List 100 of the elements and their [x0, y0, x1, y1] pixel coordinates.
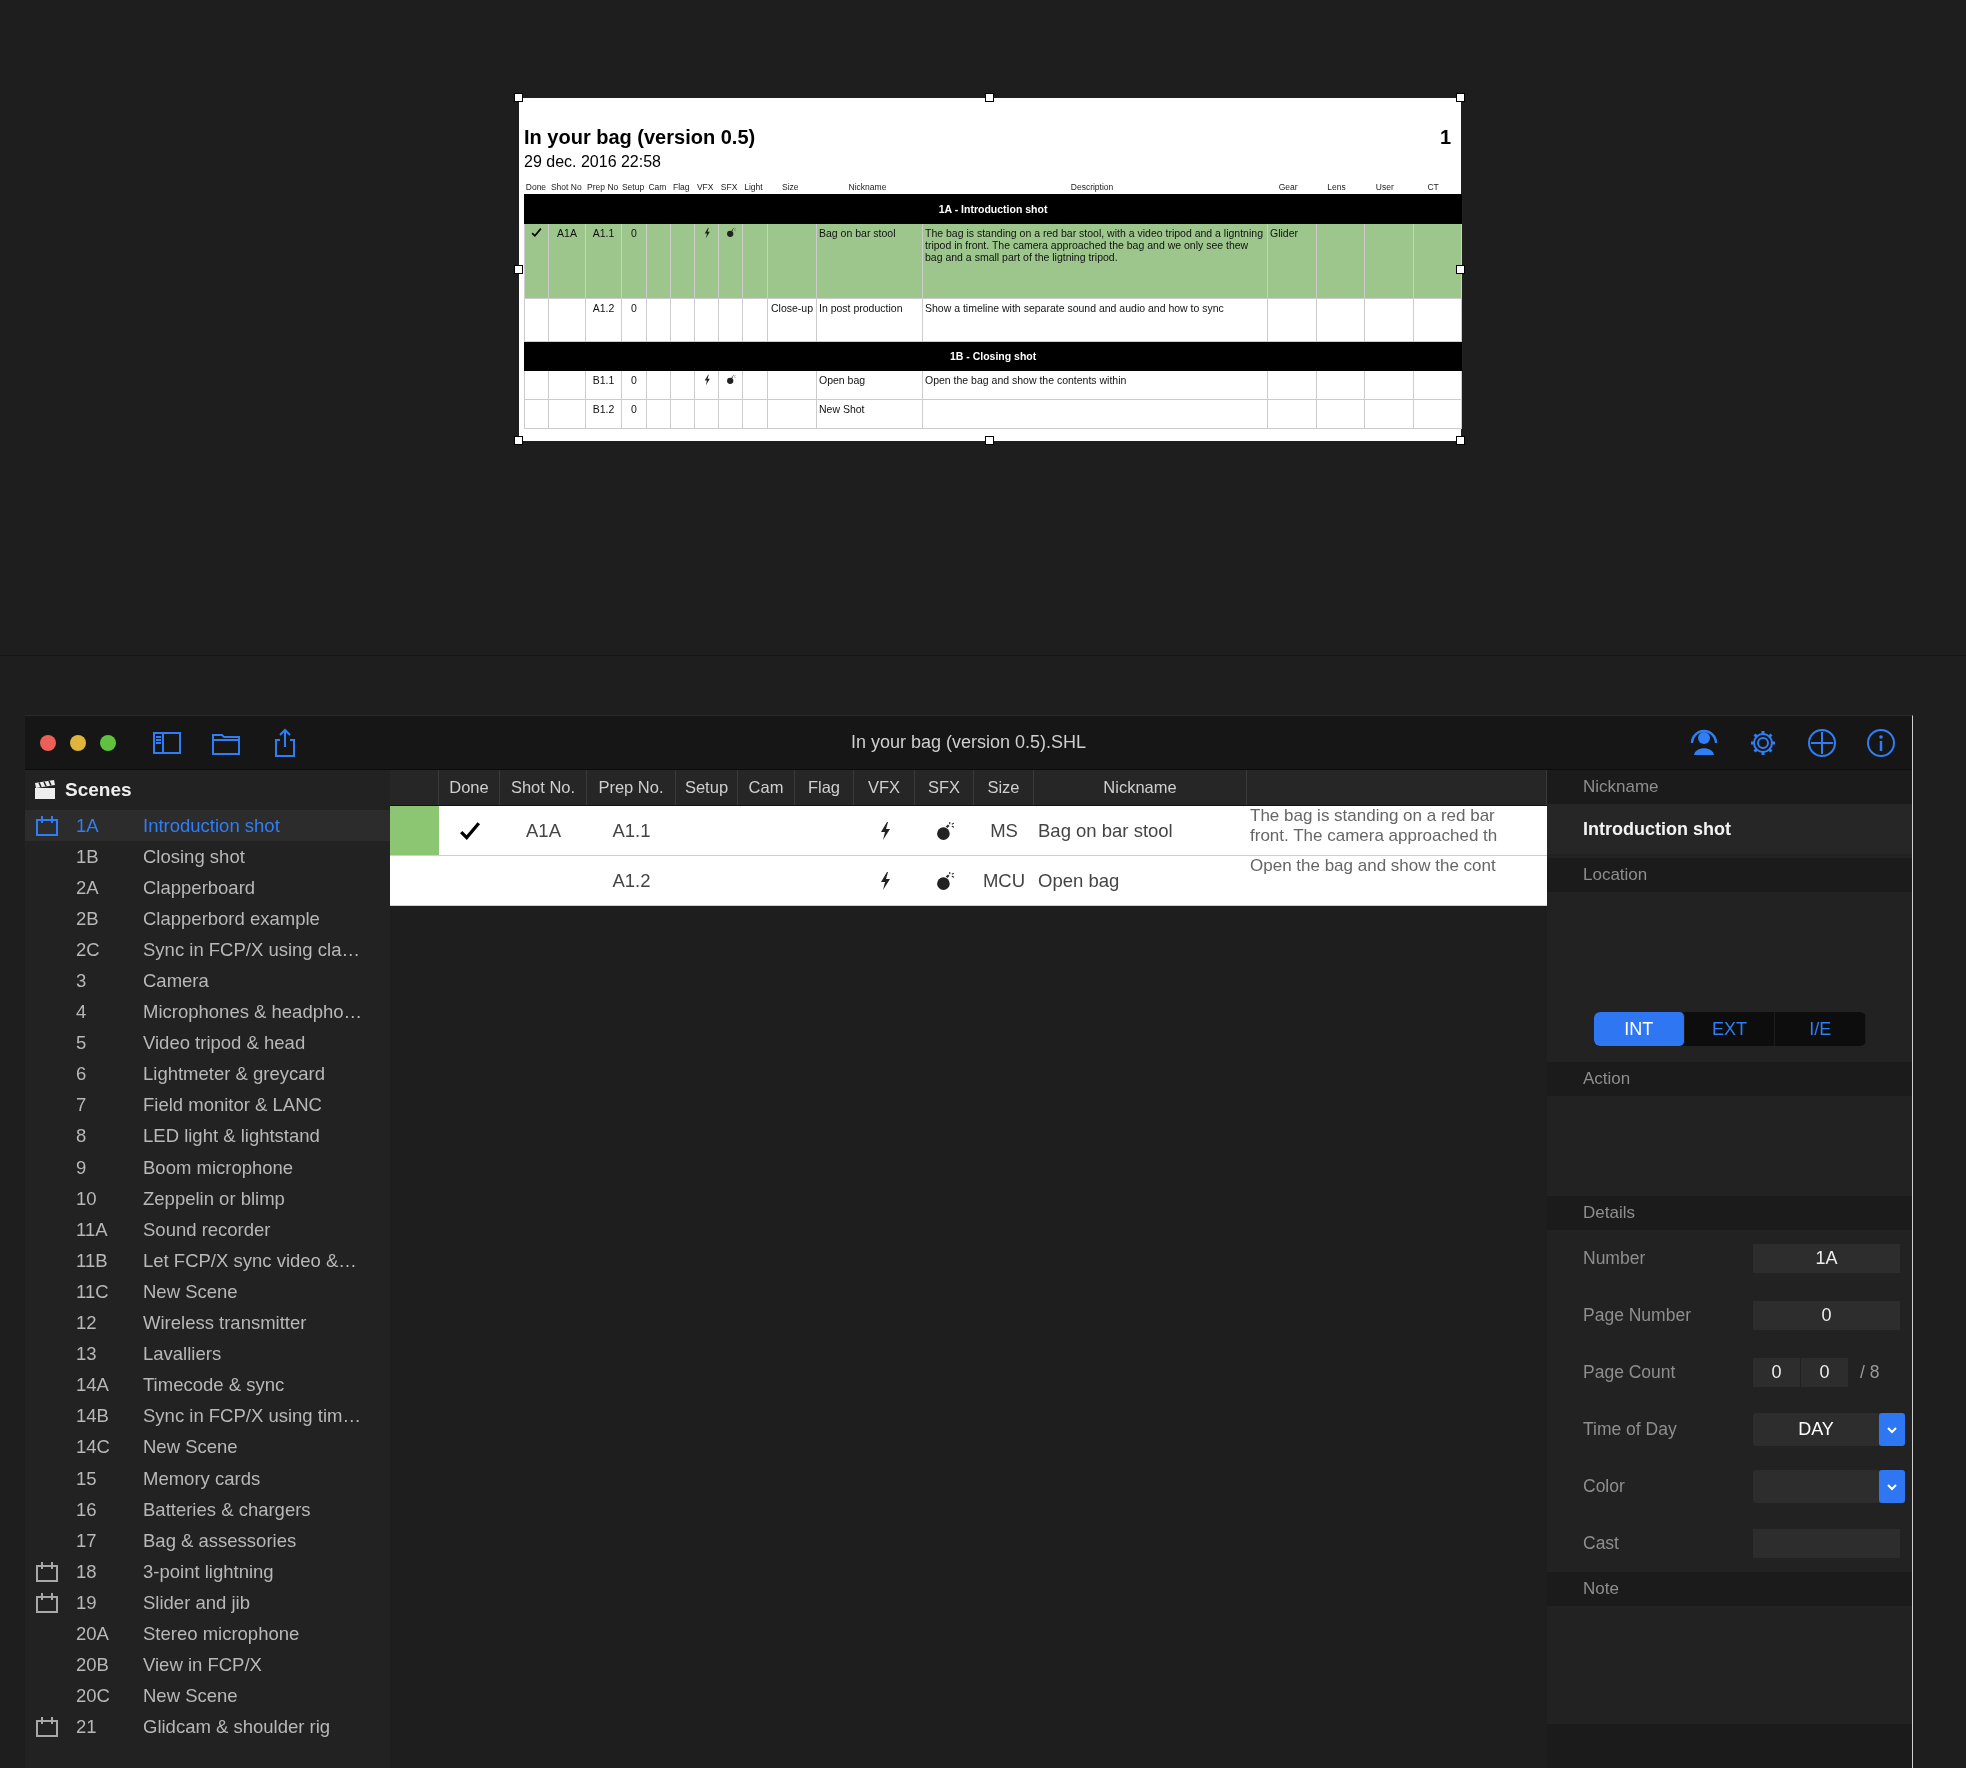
- scene-title: Clapperbord example: [143, 907, 320, 930]
- scene-title: Introduction shot: [143, 814, 280, 837]
- page-count-field[interactable]: 0: [1753, 1358, 1800, 1387]
- scene-title: Sync in FCP/X using cla…: [143, 938, 360, 961]
- scene-list-item[interactable]: 2C Sync in FCP/X using cla…: [25, 934, 390, 966]
- column-header: Lens: [1326, 182, 1347, 194]
- scene-title: Lightmeter & greycard: [143, 1063, 325, 1086]
- column-header[interactable]: Flag: [807, 778, 841, 797]
- bomb-icon: [725, 227, 736, 238]
- add-icon[interactable]: [1807, 727, 1837, 758]
- table-row[interactable]: A1.2 MCU Open bag Open the bag and show the cont: [390, 856, 1547, 906]
- table-row[interactable]: A1A A1.1 MS Bag on bar stool The bag is standing on a red bar front. The camera approached th: [390, 806, 1547, 856]
- scene-list-item[interactable]: 13 Lavalliers: [25, 1338, 390, 1370]
- scene-list-item[interactable]: 2A Clapperboard: [25, 872, 390, 904]
- color-dropdown[interactable]: [1753, 1470, 1905, 1503]
- column-header[interactable]: SFX: [927, 778, 961, 797]
- column-header: Size: [781, 182, 800, 194]
- segment-button[interactable]: INT: [1594, 1012, 1685, 1046]
- scene-list-item[interactable]: 8 LED light & lightstand: [25, 1120, 390, 1153]
- resize-handle[interactable]: [1456, 436, 1465, 445]
- scene-list-item[interactable]: 2B Clapperbord example: [25, 903, 390, 935]
- scene-title: Zeppelin or blimp: [143, 1187, 285, 1210]
- scene-list-item[interactable]: 20C New Scene: [25, 1680, 390, 1712]
- scene-title: Clapperboard: [143, 876, 256, 899]
- column-header[interactable]: Nickname: [1103, 778, 1177, 797]
- scene-list-item[interactable]: 21 Glidcam & shoulder rig: [25, 1711, 390, 1743]
- resize-handle[interactable]: [985, 436, 994, 445]
- close-button[interactable]: [40, 734, 56, 751]
- scene-list-item[interactable]: 9 Boom microphone: [25, 1152, 390, 1184]
- table-cell: In post production: [816, 298, 923, 342]
- scene-list-item[interactable]: 11B Let FCP/X sync video &…: [25, 1245, 390, 1277]
- table-cell-text: A1A: [525, 818, 562, 843]
- scene-list-item[interactable]: 6 Lightmeter & greycard: [25, 1058, 390, 1090]
- scene-list-item[interactable]: 10 Zeppelin or blimp: [25, 1183, 390, 1215]
- person-icon[interactable]: [1689, 727, 1719, 758]
- resize-handle[interactable]: [514, 93, 523, 102]
- column-header[interactable]: Prep No.: [598, 778, 664, 797]
- scene-list-item[interactable]: 19 Slider and jib: [25, 1587, 390, 1619]
- scene-list-item[interactable]: 5 Video tripod & head: [25, 1027, 390, 1059]
- column-header: Cam: [647, 182, 668, 194]
- resize-handle[interactable]: [1456, 93, 1465, 102]
- checkmark-icon: [531, 227, 542, 238]
- section-header: Details: [1547, 1196, 1912, 1230]
- table-cell: A1.2: [585, 298, 622, 342]
- number-field[interactable]: 1A: [1753, 1244, 1900, 1273]
- scene-number: 11A: [76, 1218, 109, 1241]
- section-header: Note: [1547, 1572, 1912, 1606]
- time-of-day-dropdown[interactable]: DAY: [1753, 1413, 1905, 1446]
- scene-title: Glidcam & shoulder rig: [143, 1716, 331, 1739]
- zoom-button[interactable]: [100, 734, 116, 751]
- scene-list-item[interactable]: 18 3-point lightning: [25, 1556, 390, 1588]
- scene-title: Sync in FCP/X using tim…: [143, 1405, 361, 1428]
- scene-title: 3-point lightning: [143, 1560, 274, 1583]
- scene-list-item[interactable]: 3 Camera: [25, 965, 390, 997]
- resize-handle[interactable]: [514, 436, 523, 445]
- table-cell: B1.2: [585, 399, 622, 429]
- scene-number: 6: [76, 1063, 88, 1086]
- column-header: Flag: [672, 182, 691, 194]
- page-count-field[interactable]: 0: [1801, 1358, 1848, 1387]
- checkmark-icon[interactable]: [457, 819, 482, 842]
- resize-handle[interactable]: [1456, 264, 1465, 274]
- minimize-button[interactable]: [70, 734, 86, 751]
- column-header[interactable]: VFX: [867, 778, 901, 797]
- resize-handle[interactable]: [514, 264, 523, 274]
- page-number: 1: [1439, 125, 1451, 149]
- scene-number: 1B: [76, 845, 100, 868]
- scene-list-item[interactable]: 14C New Scene: [25, 1431, 390, 1463]
- page-number-field[interactable]: 0: [1753, 1301, 1900, 1330]
- scene-list-item[interactable]: 14A Timecode & sync: [25, 1369, 390, 1401]
- column-header[interactable]: Done: [449, 778, 489, 797]
- column-header: Prep No: [586, 182, 620, 194]
- scene-list-item[interactable]: 14B Sync in FCP/X using tim…: [25, 1400, 390, 1432]
- segment-button[interactable]: EXT: [1684, 1012, 1776, 1046]
- scene-list-item[interactable]: 1A Introduction shot: [25, 810, 390, 842]
- scene-list-item[interactable]: 16 Batteries & chargers: [25, 1494, 390, 1526]
- scene-list-item[interactable]: 11A Sound recorder: [25, 1214, 390, 1246]
- scene-list-item[interactable]: 12 Wireless transmitter: [25, 1307, 390, 1339]
- nickname-field[interactable]: Introduction shot: [1547, 804, 1912, 854]
- column-header[interactable]: Cam: [748, 778, 784, 797]
- scene-list-item[interactable]: 7 Field monitor & LANC: [25, 1089, 390, 1121]
- table-cell: A1A: [548, 223, 586, 299]
- column-header[interactable]: Size: [987, 778, 1020, 797]
- resize-handle[interactable]: [985, 93, 994, 102]
- scene-list-item[interactable]: 15 Memory cards: [25, 1462, 390, 1495]
- column-header[interactable]: Shot No.: [510, 778, 576, 797]
- scene-list-item[interactable]: 4 Microphones & headpho…: [25, 996, 390, 1028]
- column-header: Light: [743, 182, 764, 194]
- scene-list-item[interactable]: 17 Bag & assessories: [25, 1525, 390, 1557]
- scene-number: 18: [76, 1560, 98, 1583]
- table-cell: Close-up: [767, 298, 817, 342]
- segment-button[interactable]: I/E: [1775, 1012, 1866, 1046]
- scene-list-item[interactable]: 20B View in FCP/X: [25, 1649, 390, 1681]
- scene-list-item[interactable]: 1B Closing shot: [25, 841, 390, 873]
- scene-list-item[interactable]: 11C New Scene: [25, 1276, 390, 1308]
- scene-title: Closing shot: [143, 845, 245, 868]
- scene-number: 21: [76, 1716, 98, 1739]
- info-icon[interactable]: [1866, 727, 1896, 758]
- scene-list-item[interactable]: 20A Stereo microphone: [25, 1618, 390, 1650]
- scene-title: Microphones & headpho…: [143, 1001, 363, 1024]
- column-header[interactable]: Setup: [684, 778, 729, 797]
